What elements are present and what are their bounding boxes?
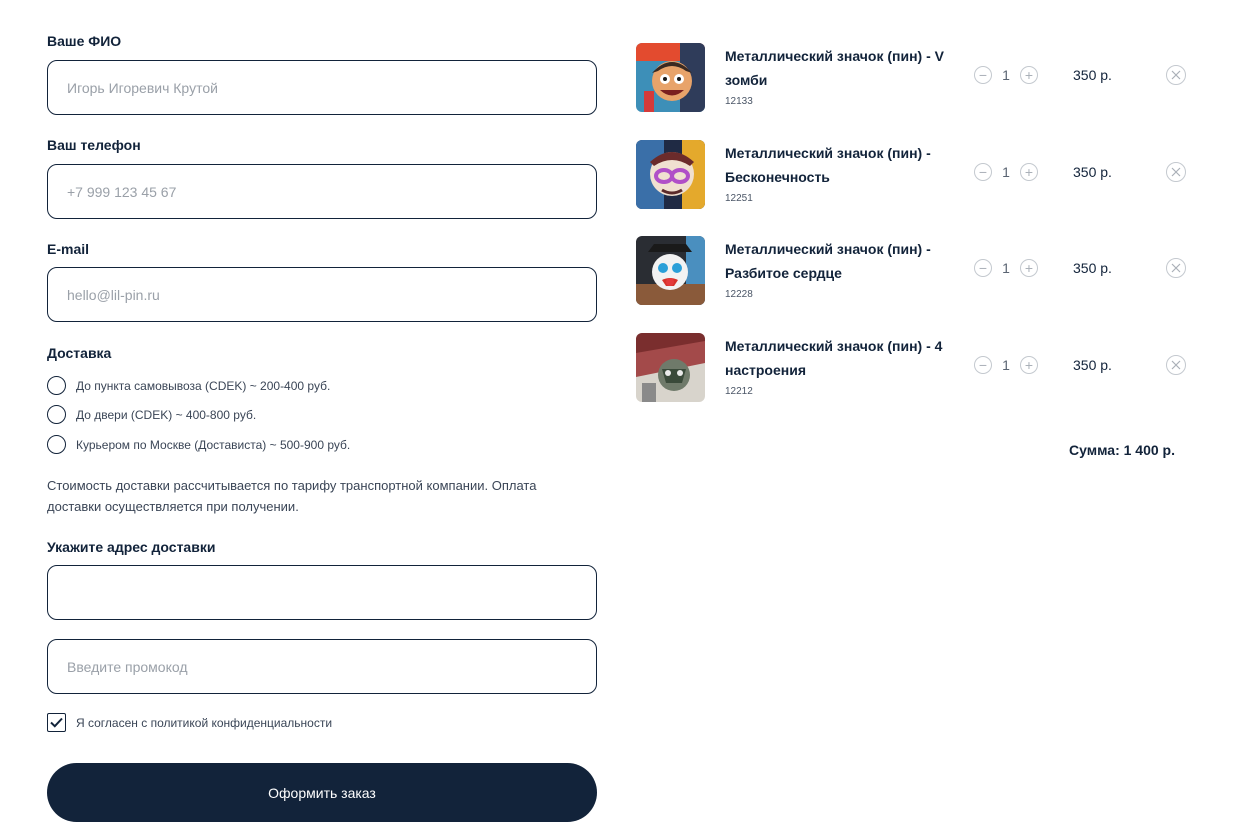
increase-quantity-button[interactable]: +: [1020, 163, 1038, 181]
remove-item-button[interactable]: [1166, 65, 1186, 85]
cart-total: Сумма: 1 400 р.: [1069, 442, 1175, 458]
cart-item-price: 350 р.: [1073, 260, 1112, 276]
remove-item-button[interactable]: [1166, 355, 1186, 375]
consent-row[interactable]: Я согласен с политикой конфиденциальност…: [47, 713, 332, 732]
quantity-stepper: − 1 +: [974, 259, 1038, 277]
delivery-option-courier[interactable]: Курьером по Москве (Достависта) ~ 500-90…: [47, 435, 350, 454]
cart-item-title[interactable]: Металлический значок (пин) - Разбитое се…: [725, 237, 957, 285]
increase-quantity-button[interactable]: +: [1020, 356, 1038, 374]
quantity-stepper: − 1 +: [974, 163, 1038, 181]
cart-item: Металлический значок (пин) - V зомби 121…: [636, 43, 1196, 113]
cart-item-sku: 12212: [725, 386, 753, 397]
close-icon: [1171, 70, 1181, 80]
cart-item-title[interactable]: Металлический значок (пин) - Бесконечнос…: [725, 141, 957, 189]
decrease-quantity-button[interactable]: −: [974, 259, 992, 277]
email-label: E-mail: [47, 241, 90, 257]
close-icon: [1171, 167, 1181, 177]
cart-item: Металлический значок (пин) - 4 настроени…: [636, 333, 1196, 403]
place-order-button[interactable]: Оформить заказ: [47, 763, 597, 822]
checkmark-icon: [50, 717, 63, 728]
delivery-option-label: Курьером по Москве (Достависта) ~ 500-90…: [76, 437, 351, 452]
cart-item-price: 350 р.: [1073, 164, 1112, 180]
cart-item-sku: 12133: [725, 96, 753, 107]
zombie-pin-image[interactable]: [636, 43, 705, 112]
address-input[interactable]: [47, 565, 597, 620]
name-label: Ваше ФИО: [47, 33, 122, 49]
radio-button[interactable]: [47, 405, 66, 424]
infinity-pin-image[interactable]: [636, 140, 705, 209]
quantity-stepper: − 1 +: [974, 66, 1038, 84]
cart-item-title[interactable]: Металлический значок (пин) - 4 настроени…: [725, 334, 957, 382]
increase-quantity-button[interactable]: +: [1020, 259, 1038, 277]
phone-label: Ваш телефон: [47, 137, 141, 153]
close-icon: [1171, 263, 1181, 273]
increase-quantity-button[interactable]: +: [1020, 66, 1038, 84]
delivery-option-door[interactable]: До двери (CDEK) ~ 400-800 руб.: [47, 405, 256, 424]
quantity-value: 1: [1002, 357, 1010, 373]
decrease-quantity-button[interactable]: −: [974, 356, 992, 374]
radio-button[interactable]: [47, 435, 66, 454]
remove-item-button[interactable]: [1166, 258, 1186, 278]
address-label: Укажите адрес доставки: [47, 539, 216, 555]
phone-input[interactable]: [47, 164, 597, 219]
delivery-option-label: До двери (CDEK) ~ 400-800 руб.: [76, 407, 257, 422]
remove-item-button[interactable]: [1166, 162, 1186, 182]
quantity-stepper: − 1 +: [974, 356, 1038, 374]
cart-item-price: 350 р.: [1073, 357, 1112, 373]
cart-item: Металлический значок (пин) - Разбитое се…: [636, 236, 1196, 306]
four-moods-pin-image[interactable]: [636, 333, 705, 402]
name-input[interactable]: [47, 60, 597, 115]
decrease-quantity-button[interactable]: −: [974, 163, 992, 181]
delivery-label: Доставка: [47, 345, 112, 361]
decrease-quantity-button[interactable]: −: [974, 66, 992, 84]
radio-button[interactable]: [47, 376, 66, 395]
consent-checkbox[interactable]: [47, 713, 66, 732]
cart-item-price: 350 р.: [1073, 67, 1112, 83]
close-icon: [1171, 360, 1181, 370]
cart-item-title[interactable]: Металлический значок (пин) - V зомби: [725, 44, 957, 92]
email-input[interactable]: [47, 267, 597, 322]
delivery-note: Стоимость доставки рассчитывается по тар…: [47, 478, 537, 514]
delivery-option-label: До пункта самовывоза (CDEK) ~ 200-400 ру…: [76, 378, 331, 393]
cart-item-sku: 12251: [725, 193, 753, 204]
consent-label: Я согласен с политикой конфиденциальност…: [76, 715, 333, 730]
cart-item-sku: 12228: [725, 289, 753, 300]
delivery-option-pickup[interactable]: До пункта самовывоза (CDEK) ~ 200-400 ру…: [47, 376, 330, 395]
quantity-value: 1: [1002, 67, 1010, 83]
quantity-value: 1: [1002, 260, 1010, 276]
quantity-value: 1: [1002, 164, 1010, 180]
promo-code-input[interactable]: [47, 639, 597, 694]
broken-heart-pin-image[interactable]: [636, 236, 705, 305]
cart-item: Металлический значок (пин) - Бесконечнос…: [636, 140, 1196, 210]
